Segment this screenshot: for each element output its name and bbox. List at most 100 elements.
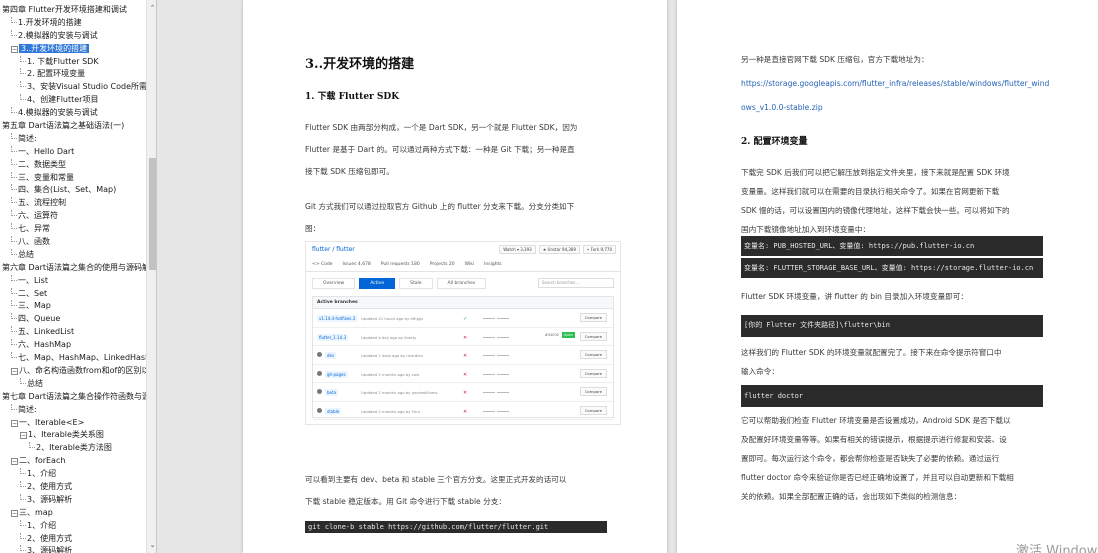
- tree-connector: [11, 184, 17, 190]
- branch-name: flutter_1.14.3: [317, 334, 348, 341]
- toc-item-label: 二、forEach: [19, 456, 65, 465]
- ahead-behind-bar: [483, 316, 511, 321]
- document-page-left: 3..开发环境的搭建 1. 下载 Flutter SDK Flutter SDK…: [243, 0, 667, 553]
- collapse-toggle-icon[interactable]: −: [11, 420, 18, 427]
- toc-item[interactable]: −八、命名构造函数from和of的区别以人: [0, 365, 146, 378]
- toc-item[interactable]: 总结: [0, 378, 146, 391]
- toc-item-label: 八、函数: [18, 237, 50, 246]
- toc-item[interactable]: 2、Iterable类方法图: [0, 442, 146, 455]
- toc-item-label: 六、HashMap: [18, 340, 71, 349]
- pdf-reader-window: 第四章 Flutter开发环境搭建和调试1.开发环境的搭建2.模拟器的安装与调试…: [0, 0, 1098, 553]
- toc-item[interactable]: 2. 配置环境变量: [0, 68, 146, 81]
- toc-item[interactable]: 三、Map: [0, 300, 146, 313]
- toc-item[interactable]: 总结: [0, 249, 146, 262]
- avatar: [317, 352, 322, 357]
- toc-item[interactable]: 1、介绍: [0, 520, 146, 533]
- toc-item[interactable]: 简述:: [0, 133, 146, 146]
- toc-item[interactable]: 四、集合(List、Set、Map): [0, 184, 146, 197]
- tree-connector: [11, 236, 17, 242]
- tree-connector: [20, 378, 26, 384]
- avatar: [317, 389, 322, 394]
- tree-connector: [11, 17, 17, 23]
- toc-item[interactable]: 三、变量和常量: [0, 172, 146, 185]
- tree-connector: [20, 81, 26, 87]
- toc-item[interactable]: 1.开发环境的搭建: [0, 17, 146, 30]
- collapse-toggle-icon[interactable]: −: [11, 368, 18, 375]
- ahead-behind-bar: [483, 372, 511, 377]
- toc-item[interactable]: −3..开发环境的搭建: [0, 43, 146, 56]
- branch-updated: Updated 2 months ago by casr: [361, 372, 420, 377]
- toc-item[interactable]: 四、Queue: [0, 313, 146, 326]
- tree-connector: [11, 249, 17, 255]
- toc-item-label: 第五章 Dart语法篇之基础语法(一): [2, 121, 124, 130]
- toc-item[interactable]: 第五章 Dart语法篇之基础语法(一): [0, 120, 146, 133]
- toc-item[interactable]: 五、LinkedList: [0, 326, 146, 339]
- toc-item[interactable]: 2.模拟器的安装与调试: [0, 30, 146, 43]
- toc-item-label: 2、使用方式: [27, 534, 72, 543]
- toc-item[interactable]: 3、源码解析: [0, 545, 146, 553]
- toc-item[interactable]: 3、源码解析: [0, 494, 146, 507]
- toc-item[interactable]: 第六章 Dart语法篇之集合的使用与源码解: [0, 262, 146, 275]
- tab-active: Active: [359, 278, 395, 289]
- toc-item[interactable]: 4、创建Flutter项目: [0, 94, 146, 107]
- branch-name: beta: [325, 389, 338, 396]
- toc-item-label: 1、介绍: [27, 469, 56, 478]
- toc-item[interactable]: 简述:: [0, 404, 146, 417]
- toc-item[interactable]: 2、使用方式: [0, 481, 146, 494]
- toc-item[interactable]: 4.模拟器的安装与调试: [0, 107, 146, 120]
- tree-connector: [11, 133, 17, 139]
- toc-item[interactable]: −一、Iterable<E>: [0, 417, 146, 430]
- toc-item[interactable]: 七、Map、HashMap、LinkedHashI: [0, 352, 146, 365]
- collapse-toggle-icon[interactable]: −: [11, 46, 18, 53]
- toc-item-label: 二、Set: [18, 289, 47, 298]
- toc-scrollbar[interactable]: ⌃ ⌄: [146, 0, 157, 553]
- scroll-up-arrow-icon[interactable]: ⌃: [147, 2, 157, 14]
- toc-item[interactable]: 六、运算符: [0, 210, 146, 223]
- branch-name: dev: [325, 352, 336, 359]
- code-flutter-doctor: flutter doctor: [741, 385, 1043, 407]
- toc-item[interactable]: 一、Hello Dart: [0, 146, 146, 159]
- tree-connector: [11, 313, 17, 319]
- repo-nav: <> Code Issues 4,678 Pull requests 180 P…: [312, 262, 502, 267]
- toc-item[interactable]: 第四章 Flutter开发环境搭建和调试: [0, 4, 146, 17]
- collapse-toggle-icon[interactable]: −: [20, 432, 27, 439]
- code-storage-base-url: 变量名: FLUTTER_STORAGE_BASE_URL、变量值: https…: [741, 258, 1043, 278]
- compare-button: Compare: [580, 406, 607, 415]
- text-line: 变量量。这样我们就可以在需要的目录执行相关命令了。如果在官网更新下载: [741, 182, 1051, 201]
- toc-item[interactable]: 第七章 Dart语法篇之集合操作符函数与源: [0, 391, 146, 404]
- toc-item-label: 七、异常: [18, 224, 50, 233]
- toc-item[interactable]: 一、List: [0, 275, 146, 288]
- tree-connector: [11, 326, 17, 332]
- toc-item-label: 第六章 Dart语法篇之集合的使用与源码解: [2, 263, 146, 272]
- compare-button: Compare: [580, 369, 607, 378]
- toc-item[interactable]: 二、Set: [0, 288, 146, 301]
- branch-tabs: Overview Active Stale All branches: [312, 278, 486, 289]
- toc-item[interactable]: 1、介绍: [0, 468, 146, 481]
- toc-item[interactable]: 3、安装Visual Studio Code所需插: [0, 81, 146, 94]
- toc-item[interactable]: 五、流程控制: [0, 197, 146, 210]
- tree-connector: [20, 56, 26, 62]
- compare-button: Compare: [580, 350, 607, 359]
- scrollbar-thumb[interactable]: [149, 158, 156, 270]
- toc-item[interactable]: 1. 下载Flutter SDK: [0, 56, 146, 69]
- toc-item[interactable]: −三、map: [0, 507, 146, 520]
- toc-item[interactable]: 2、使用方式: [0, 533, 146, 546]
- toc-item[interactable]: 七、异常: [0, 223, 146, 236]
- collapse-toggle-icon[interactable]: −: [11, 458, 18, 465]
- tree-connector: [20, 520, 26, 526]
- toc-item[interactable]: −二、forEach: [0, 455, 146, 468]
- text-line: 它可以帮助我们检查 Flutter 环境变量是否设置成功，Android SDK…: [741, 411, 1051, 430]
- nav-pull-requests: Pull requests 180: [381, 262, 420, 267]
- collapse-toggle-icon[interactable]: −: [11, 510, 18, 517]
- ahead-behind-bar: [483, 335, 511, 340]
- download-link[interactable]: https://storage.googleapis.com/flutter_i…: [741, 72, 1051, 120]
- toc-item[interactable]: 八、函数: [0, 236, 146, 249]
- toc-item[interactable]: 六、HashMap: [0, 339, 146, 352]
- tree-connector: [11, 30, 17, 36]
- toc-item[interactable]: −1、Iterable类关系图: [0, 429, 146, 442]
- toc-item-label: 2、使用方式: [27, 482, 72, 491]
- toc-item[interactable]: 二、数据类型: [0, 159, 146, 172]
- scroll-down-arrow-icon[interactable]: ⌄: [147, 539, 157, 551]
- paragraph-download-official: 另一种是直接官网下载 SDK 压缩包，官方下载地址为：: [741, 49, 1061, 71]
- toc-sidebar: 第四章 Flutter开发环境搭建和调试1.开发环境的搭建2.模拟器的安装与调试…: [0, 0, 157, 553]
